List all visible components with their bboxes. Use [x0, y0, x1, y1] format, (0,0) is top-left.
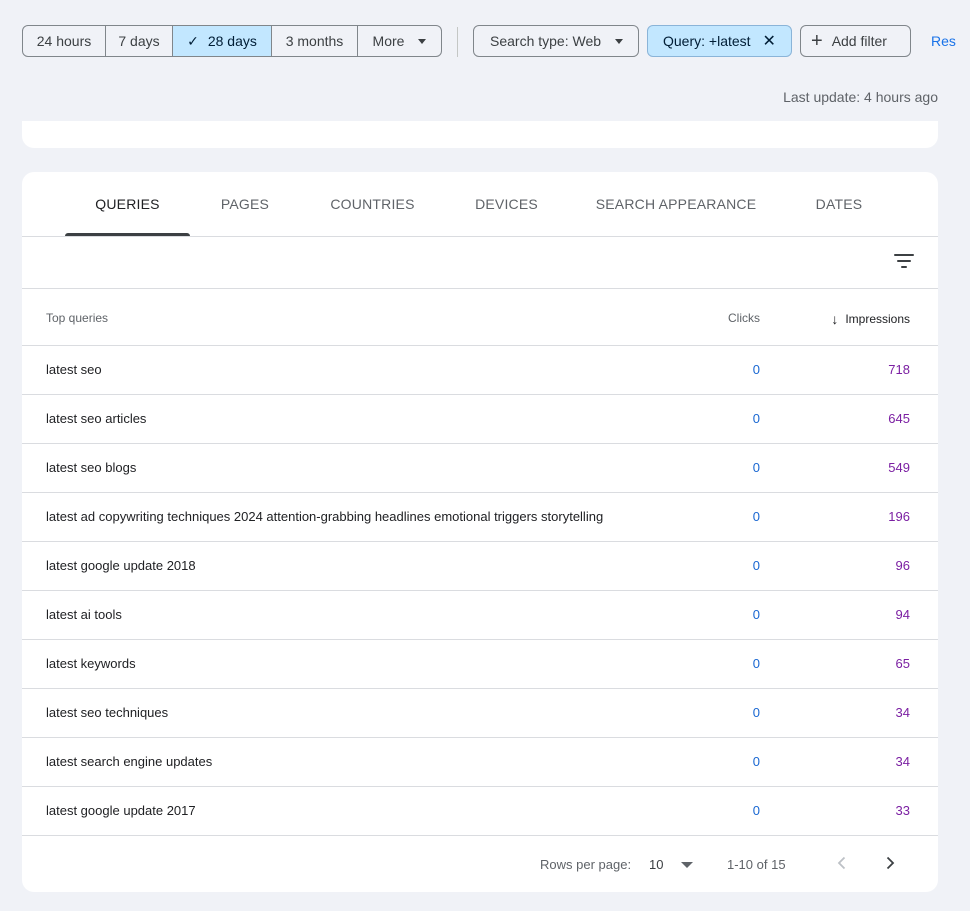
impressions-cell: 34: [895, 705, 910, 720]
date-range-label: 28 days: [207, 33, 257, 49]
dropdown-arrow-icon: [418, 38, 427, 44]
search-type-filter[interactable]: Search type: Web: [473, 25, 639, 57]
table-row[interactable]: latest google update 2018 0 96: [22, 542, 938, 591]
clicks-cell: 0: [752, 656, 760, 671]
clicks-cell: 0: [752, 705, 760, 720]
rows-per-page-value: 10: [649, 857, 664, 872]
tab-pages[interactable]: PAGES: [208, 172, 282, 236]
impressions-cell: 645: [888, 411, 910, 426]
query-cell: latest google update 2018: [46, 558, 196, 573]
rows-per-page-select[interactable]: 10: [649, 857, 694, 872]
table-row[interactable]: latest seo blogs 0 549: [22, 444, 938, 493]
table-row[interactable]: latest google update 2017 0 33: [22, 787, 938, 836]
query-cell: latest seo articles: [46, 411, 147, 426]
column-header-clicks[interactable]: Clicks: [728, 311, 760, 325]
next-page-button[interactable]: [876, 849, 904, 877]
impressions-cell: 65: [895, 656, 910, 671]
table-row[interactable]: latest seo articles 0 645: [22, 395, 938, 444]
clicks-cell: 0: [752, 558, 760, 573]
impressions-header-label: Impressions: [845, 312, 910, 326]
date-range-more-dropdown[interactable]: More: [358, 26, 441, 56]
date-range-3-months[interactable]: 3 months: [272, 26, 358, 56]
filter-list-icon[interactable]: [894, 253, 914, 269]
plus-icon: +: [811, 30, 823, 52]
active-tab-indicator: [65, 233, 190, 236]
reset-filters-link[interactable]: Res: [931, 33, 956, 49]
query-filter-label: Query: +latest: [663, 33, 751, 49]
add-filter-button[interactable]: + Add filter: [800, 25, 911, 57]
clicks-cell: 0: [752, 803, 760, 818]
query-cell: latest ai tools: [46, 607, 122, 622]
column-header-query[interactable]: Top queries: [46, 311, 108, 325]
tab-countries[interactable]: COUNTRIES: [322, 172, 423, 236]
table-row[interactable]: latest keywords 0 65: [22, 640, 938, 689]
pagination: Rows per page: 10 1-10 of 15: [22, 836, 938, 892]
date-range-28-days[interactable]: ✓ 28 days: [173, 26, 272, 56]
toolbar-divider: [457, 27, 458, 57]
table-row[interactable]: latest seo techniques 0 34: [22, 689, 938, 738]
filter-toolbar: 24 hours 7 days ✓ 28 days 3 months More …: [0, 0, 970, 80]
query-cell: latest seo: [46, 362, 102, 377]
impressions-cell: 549: [888, 460, 910, 475]
table-row[interactable]: latest search engine updates 0 34: [22, 738, 938, 787]
query-cell: latest search engine updates: [46, 754, 213, 769]
arrow-down-icon: ↓: [831, 311, 839, 327]
search-type-label: Search type: Web: [490, 33, 602, 49]
query-cell: latest google update 2017: [46, 803, 196, 818]
dimension-tabs: QUERIES PAGES COUNTRIES DEVICES SEARCH A…: [22, 172, 938, 237]
clicks-cell: 0: [752, 754, 760, 769]
impressions-cell: 718: [888, 362, 910, 377]
tab-dates[interactable]: DATES: [806, 172, 872, 236]
date-range-7-days[interactable]: 7 days: [106, 26, 173, 56]
chart-card-bottom: [22, 121, 938, 148]
query-filter-chip[interactable]: Query: +latest ✕: [647, 25, 792, 57]
tab-devices[interactable]: DEVICES: [467, 172, 546, 236]
date-range-label: 7 days: [118, 33, 160, 49]
dropdown-arrow-icon: [681, 861, 694, 868]
performance-table-card: QUERIES PAGES COUNTRIES DEVICES SEARCH A…: [22, 172, 938, 892]
date-range-24-hours[interactable]: 24 hours: [23, 26, 106, 56]
check-icon: ✓: [187, 32, 199, 49]
impressions-cell: 94: [895, 607, 910, 622]
last-update-text: Last update: 4 hours ago: [783, 89, 938, 105]
clicks-cell: 0: [752, 362, 760, 377]
column-header-impressions[interactable]: ↓ Impressions: [831, 311, 910, 327]
date-range-label: 24 hours: [36, 33, 92, 49]
pagination-range: 1-10 of 15: [727, 857, 786, 872]
impressions-cell: 34: [895, 754, 910, 769]
date-range-selector: 24 hours 7 days ✓ 28 days 3 months More: [22, 25, 442, 57]
query-cell: latest ad copywriting techniques 2024 at…: [46, 509, 604, 524]
close-icon[interactable]: ✕: [763, 31, 776, 51]
tab-queries[interactable]: QUERIES: [65, 172, 190, 236]
impressions-cell: 33: [895, 803, 910, 818]
date-range-label: 3 months: [285, 33, 344, 49]
clicks-cell: 0: [752, 411, 760, 426]
impressions-cell: 96: [895, 558, 910, 573]
table-filter-row: [22, 237, 938, 289]
clicks-cell: 0: [752, 509, 760, 524]
clicks-cell: 0: [752, 460, 760, 475]
clicks-cell: 0: [752, 607, 760, 622]
table-row[interactable]: latest ai tools 0 94: [22, 591, 938, 640]
dropdown-arrow-icon: [615, 38, 624, 44]
chevron-right-icon: [886, 856, 895, 870]
table-row[interactable]: latest ad copywriting techniques 2024 at…: [22, 493, 938, 542]
table-row[interactable]: latest seo 0 718: [22, 346, 938, 395]
add-filter-label: Add filter: [831, 33, 887, 49]
date-range-label: More: [372, 33, 405, 49]
query-cell: latest seo techniques: [46, 705, 169, 720]
query-cell: latest keywords: [46, 656, 136, 671]
query-cell: latest seo blogs: [46, 460, 137, 475]
table-header: Top queries Clicks ↓ Impressions: [22, 289, 938, 346]
chevron-left-icon: [837, 856, 846, 870]
tab-search-appearance[interactable]: SEARCH APPEARANCE: [594, 172, 758, 236]
previous-page-button[interactable]: [828, 849, 856, 877]
rows-per-page-label: Rows per page:: [540, 857, 632, 872]
impressions-cell: 196: [888, 509, 910, 524]
